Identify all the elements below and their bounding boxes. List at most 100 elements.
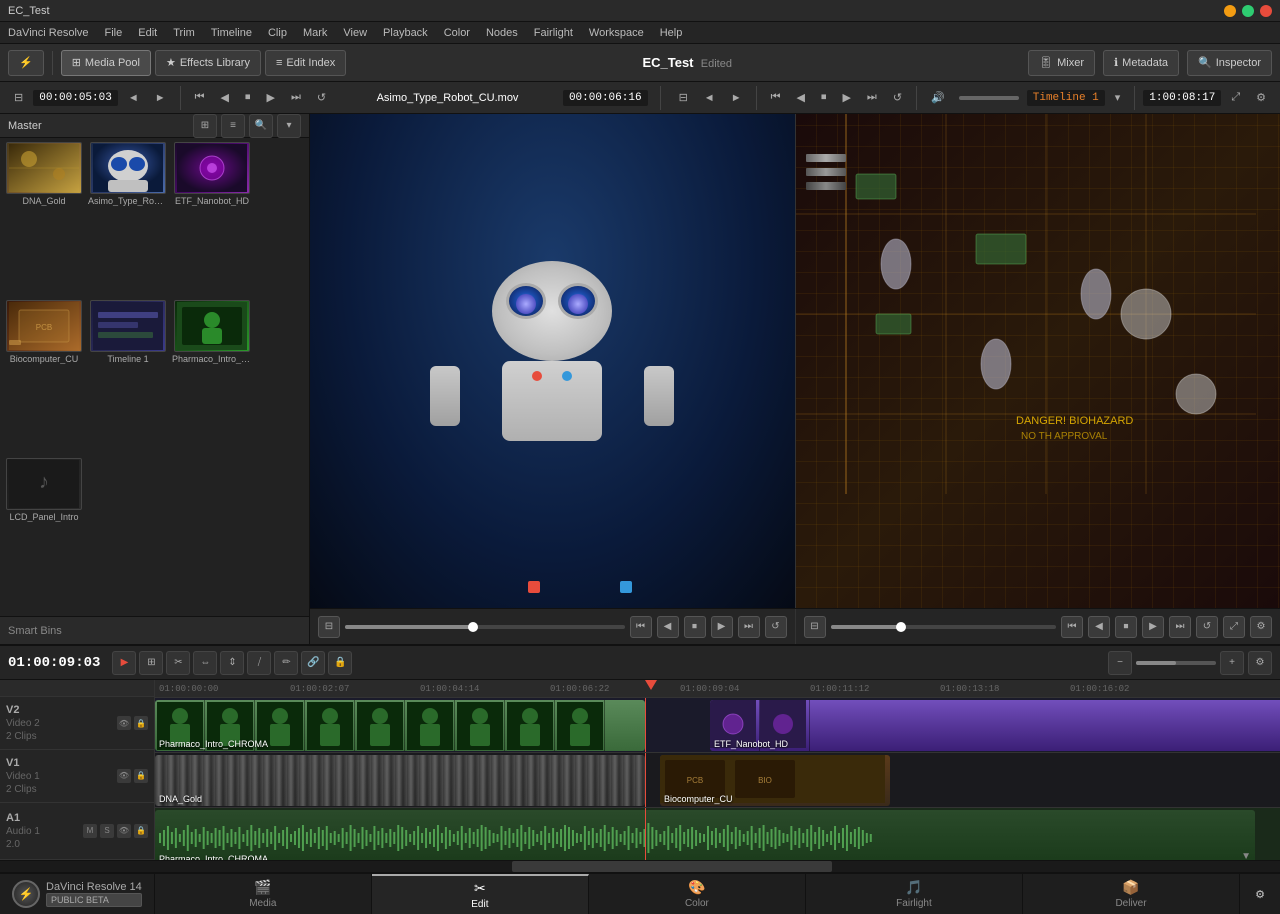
tl-progress-handle[interactable]: [896, 622, 906, 632]
list-view-btn[interactable]: ≡: [221, 114, 245, 138]
filter-btn[interactable]: ▾: [277, 114, 301, 138]
link-tool-btn[interactable]: 🔗: [301, 651, 325, 675]
razor-tool-btn[interactable]: ✂: [166, 651, 190, 675]
menu-help[interactable]: Help: [660, 27, 683, 39]
search-btn[interactable]: 🔍: [249, 114, 273, 138]
zoom-in-btn[interactable]: +: [1220, 651, 1244, 675]
src-rev-btn[interactable]: ◀: [657, 616, 679, 638]
source-screen-btn[interactable]: ⊟: [8, 89, 29, 106]
timeline-dropdown[interactable]: ▾: [1109, 89, 1127, 106]
next-marker-btn[interactable]: ►: [149, 90, 172, 106]
tl-rev-btn[interactable]: ◀: [1088, 616, 1110, 638]
next-marker-btn2[interactable]: ►: [725, 90, 748, 106]
menu-clip[interactable]: Clip: [268, 27, 287, 39]
tab-deliver[interactable]: 📦 Deliver: [1023, 874, 1240, 914]
maximize-button[interactable]: [1242, 5, 1254, 17]
scrollbar-thumb[interactable]: [512, 861, 832, 872]
edit-index-button[interactable]: ≡ Edit Index: [265, 50, 346, 76]
menu-edit[interactable]: Edit: [138, 27, 157, 39]
menu-view[interactable]: View: [343, 27, 367, 39]
slide-tool-btn[interactable]: ⇕: [220, 651, 244, 675]
v1-lock-btn[interactable]: 🔒: [134, 769, 148, 783]
timeline-ruler[interactable]: 01:00:00:00 01:00:02:07 01:00:04:14 01:0…: [155, 680, 1280, 698]
tab-edit[interactable]: ✂ Edit: [372, 874, 589, 914]
prev-frame-btn-src[interactable]: ◀: [215, 89, 235, 106]
prev-marker-btn2[interactable]: ◄: [698, 90, 721, 106]
slip-tool-btn[interactable]: ⇔: [193, 651, 217, 675]
clip-dna-gold[interactable]: DNA_Gold: [4, 142, 84, 296]
program-monitor[interactable]: DANGER! BIOHAZARD NO TH APPROVAL: [796, 114, 1280, 608]
menu-fairlight[interactable]: Fairlight: [534, 27, 573, 39]
a1-solo-btn[interactable]: S: [100, 824, 114, 838]
menu-mark[interactable]: Mark: [303, 27, 327, 39]
tl-loop-btn[interactable]: ↺: [1196, 616, 1218, 638]
clip-asimo[interactable]: Asimo_Type_Robot_CU: [88, 142, 168, 296]
tl-progress-bar[interactable]: [831, 625, 1057, 629]
timeline-screen-btn[interactable]: ⊟: [673, 89, 694, 106]
clip-lcd[interactable]: ♪ LCD_Panel_Intro: [4, 458, 84, 612]
grid-view-btn[interactable]: ⊞: [193, 114, 217, 138]
tl-settings2-btn[interactable]: ⚙: [1250, 616, 1272, 638]
tab-fairlight[interactable]: 🎵 Fairlight: [806, 874, 1023, 914]
tab-media[interactable]: 🎬 Media: [155, 874, 372, 914]
clip-dna-v1[interactable]: DNA_Gold: [155, 755, 645, 806]
smart-bins[interactable]: Smart Bins: [0, 616, 309, 644]
menu-playback[interactable]: Playback: [383, 27, 428, 39]
menu-davinci[interactable]: DaVinci Resolve: [8, 27, 89, 39]
v2-visible-btn[interactable]: 👁: [117, 716, 131, 730]
prev-marker-btn[interactable]: ◄: [122, 90, 145, 106]
timeline-scrollbar[interactable]: [0, 860, 1280, 872]
mixer-button[interactable]: 🎚 Mixer: [1028, 50, 1095, 76]
stop-btn-tl[interactable]: ⏹: [815, 89, 833, 106]
tab-color[interactable]: 🎨 Color: [589, 874, 806, 914]
audio-expand-btn[interactable]: ▼: [1241, 851, 1251, 860]
blade-tool-btn[interactable]: ⧸: [247, 651, 271, 675]
tl-fullscreen-btn[interactable]: ⤢: [1223, 616, 1245, 638]
fullscreen-btn[interactable]: ⤢: [1225, 89, 1246, 106]
metadata-button[interactable]: ℹ Metadata: [1103, 50, 1179, 76]
a1-lock-btn[interactable]: 🔒: [134, 824, 148, 838]
menu-timeline[interactable]: Timeline: [211, 27, 252, 39]
pen-tool-btn[interactable]: ✏: [274, 651, 298, 675]
src-prev-btn[interactable]: ⏮: [630, 616, 652, 638]
clip-bio-v1[interactable]: PCB BIO Biocomputer_CU: [660, 755, 890, 806]
tl-play-btn[interactable]: ▶: [1142, 616, 1164, 638]
zoom-slider[interactable]: [1136, 661, 1216, 665]
src-stop-btn[interactable]: ⏹: [684, 616, 706, 638]
clip-bio[interactable]: PCB Biocomputer_CU: [4, 300, 84, 454]
inspector-button[interactable]: 🔍 Inspector: [1187, 50, 1272, 76]
v2-lock-btn[interactable]: 🔒: [134, 716, 148, 730]
close-button[interactable]: [1260, 5, 1272, 17]
settings-btn[interactable]: ⚙: [1250, 89, 1272, 106]
clip-pharmaco[interactable]: Pharmaco_Intro_CHROMA: [172, 300, 252, 454]
a1-visible-btn[interactable]: 👁: [117, 824, 131, 838]
stop-btn-src[interactable]: ⏹: [239, 89, 257, 106]
clip-timeline1[interactable]: Timeline 1: [88, 300, 168, 454]
src-next-btn[interactable]: ⏭: [738, 616, 760, 638]
menu-trim[interactable]: Trim: [173, 27, 195, 39]
forward-btn-tl[interactable]: ⏭: [861, 89, 883, 106]
play-btn-tl[interactable]: ▶: [836, 89, 856, 106]
bottom-settings[interactable]: ⚙: [1240, 874, 1280, 914]
trim-tool-btn[interactable]: ⊞: [139, 651, 163, 675]
tl-screen-btn[interactable]: ⊟: [804, 616, 826, 638]
play-btn-src[interactable]: ▶: [261, 89, 281, 106]
lock-tool-btn[interactable]: 🔒: [328, 651, 352, 675]
source-monitor[interactable]: [310, 114, 796, 608]
clip-pharmaco-v2[interactable]: Pharmaco_Intro_CHROMA: [155, 700, 645, 751]
media-pool-button[interactable]: ⊞ Media Pool: [61, 50, 151, 76]
volume-slider[interactable]: [959, 96, 1019, 100]
source-progress-handle[interactable]: [468, 622, 478, 632]
select-tool-btn[interactable]: ▶: [112, 651, 136, 675]
loop-btn-src[interactable]: ↺: [311, 89, 332, 106]
rewind-btn-tl[interactable]: ⏮: [765, 89, 787, 106]
menu-file[interactable]: File: [105, 27, 123, 39]
src-loop-btn[interactable]: ↺: [765, 616, 787, 638]
menu-color[interactable]: Color: [444, 27, 470, 39]
menu-nodes[interactable]: Nodes: [486, 27, 518, 39]
audio-btn[interactable]: 🔊: [925, 89, 951, 106]
rewind-btn-src[interactable]: ⏮: [189, 89, 211, 106]
zoom-out-btn[interactable]: −: [1108, 651, 1132, 675]
v1-visible-btn[interactable]: 👁: [117, 769, 131, 783]
prev-frame-btn-tl[interactable]: ◀: [790, 89, 810, 106]
